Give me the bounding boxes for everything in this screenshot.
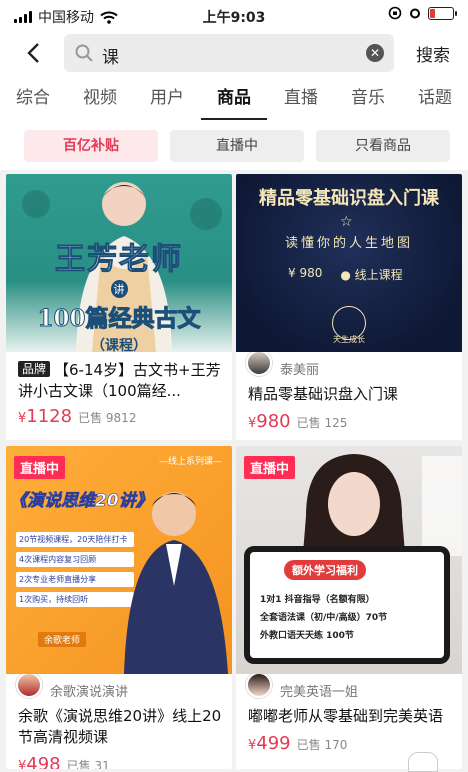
filter-bar: 百亿补贴 直播中 只看商品 bbox=[0, 122, 468, 170]
product-image: 精品零基础识盘入门课 ☆ 读懂你的人生地图 ¥ 980 ● 线上课程 天生成长 bbox=[236, 174, 462, 352]
tablet: 额外学习福利 1对1 抖音指导（名额有限） 全套语法课（初/中/高级）70节 外… bbox=[244, 546, 450, 664]
search-input[interactable]: 课 ✕ bbox=[64, 34, 394, 72]
brand-logo-text: 天生成长 bbox=[333, 335, 365, 344]
tab-video[interactable]: 视频 bbox=[81, 76, 119, 122]
tab-users[interactable]: 用户 bbox=[148, 76, 186, 122]
filter-products-only[interactable]: 只看商品 bbox=[316, 130, 450, 162]
author-name[interactable]: 余歌演说演讲 bbox=[50, 681, 128, 700]
category-tabs: 综合 视频 用户 商品 直播 音乐 话题 bbox=[0, 76, 468, 122]
speaker-figure bbox=[124, 492, 228, 674]
image-headline: 王芳老师 bbox=[55, 242, 183, 278]
sold-count: 已售 31 bbox=[66, 759, 110, 769]
avatar[interactable] bbox=[246, 350, 272, 376]
product-image: 王芳老师 讲 100篇经典古文 （课程） bbox=[6, 174, 232, 352]
search-icon bbox=[75, 44, 93, 62]
battery-icon bbox=[428, 6, 457, 20]
product-card[interactable]: 精品零基础识盘入门课 ☆ 读懂你的人生地图 ¥ 980 ● 线上课程 天生成长 … bbox=[236, 174, 462, 440]
clear-icon[interactable]: ✕ bbox=[366, 44, 384, 62]
orientation-lock-icon bbox=[388, 6, 402, 20]
edit-floating-button[interactable] bbox=[408, 752, 438, 772]
author-name[interactable]: 完美英语一姐 bbox=[280, 681, 358, 700]
product-card[interactable]: 王芳老师 讲 100篇经典古文 （课程） 品牌 【6-14岁】古文书+王芳讲小古文… bbox=[6, 174, 232, 440]
status-bar: 中国移动 上午9:03 bbox=[0, 0, 468, 30]
image-course-mode: 线上课程 bbox=[354, 268, 403, 282]
filter-live[interactable]: 直播中 bbox=[170, 130, 304, 162]
author-name[interactable]: 泰美丽 bbox=[280, 359, 319, 378]
tab-live[interactable]: 直播 bbox=[282, 76, 320, 122]
image-bullet: 全套语法课（初/中/高级）70节 bbox=[260, 613, 388, 623]
star-icon: ☆ bbox=[340, 214, 353, 230]
avatar[interactable] bbox=[16, 672, 42, 698]
tab-topics[interactable]: 话题 bbox=[416, 76, 454, 122]
sold-count: 已售 125 bbox=[296, 416, 348, 430]
product-card[interactable]: —线上系列课— 《演说思维20讲》 20节视频课程，20天陪伴打卡 4次课程内容… bbox=[6, 446, 232, 769]
search-row: 课 ✕ 搜索 bbox=[0, 30, 468, 76]
image-headline: 精品零基础识盘入门课 bbox=[259, 188, 439, 209]
image-mid: 讲 bbox=[110, 280, 128, 298]
image-banner: 额外学习福利 bbox=[284, 560, 366, 580]
product-price: 980 bbox=[256, 411, 291, 432]
search-button[interactable]: 搜索 bbox=[416, 41, 450, 66]
alarm-icon bbox=[410, 8, 420, 19]
product-image: 额外学习福利 1对1 抖音指导（名额有限） 全套语法课（初/中/高级）70节 外… bbox=[236, 446, 462, 674]
avatar[interactable] bbox=[246, 672, 272, 698]
tab-all[interactable]: 综合 bbox=[14, 76, 52, 122]
product-title: 余歌《演说思维20讲》线上20节高清视频课 bbox=[18, 707, 222, 746]
sold-count: 已售 170 bbox=[296, 738, 348, 752]
live-badge: 直播中 bbox=[244, 456, 296, 479]
image-caption: （课程） bbox=[91, 338, 147, 352]
filter-subsidy[interactable]: 百亿补贴 bbox=[24, 130, 158, 162]
sold-count: 已售 9812 bbox=[78, 411, 137, 425]
product-title: 嘟嘟老师从零基础到完美英语 bbox=[248, 707, 444, 725]
product-price: 1128 bbox=[26, 406, 73, 427]
image-bullet: 1对1 抖音指导（名额有限） bbox=[260, 595, 375, 605]
product-image: —线上系列课— 《演说思维20讲》 20节视频课程，20天陪伴打卡 4次课程内容… bbox=[6, 446, 232, 674]
image-bullet: 外教口语天天练 100节 bbox=[260, 631, 354, 641]
image-subheadline: 读懂你的人生地图 bbox=[284, 236, 413, 251]
search-query: 课 bbox=[102, 48, 119, 68]
tab-music[interactable]: 音乐 bbox=[349, 76, 387, 122]
brand-badge: 品牌 bbox=[18, 361, 51, 377]
product-price: 498 bbox=[26, 754, 61, 769]
product-card[interactable]: 额外学习福利 1对1 抖音指导（名额有限） 全套语法课（初/中/高级）70节 外… bbox=[236, 446, 462, 769]
live-badge: 直播中 bbox=[14, 456, 66, 479]
product-title: 精品零基础识盘入门课 bbox=[248, 385, 399, 403]
product-price: 499 bbox=[256, 733, 291, 754]
image-price-tag: 980 bbox=[299, 266, 323, 280]
tab-products[interactable]: 商品 bbox=[201, 76, 267, 122]
back-arrow-icon[interactable] bbox=[18, 38, 48, 68]
image-subheadline: 100篇经典古文 bbox=[37, 305, 201, 333]
